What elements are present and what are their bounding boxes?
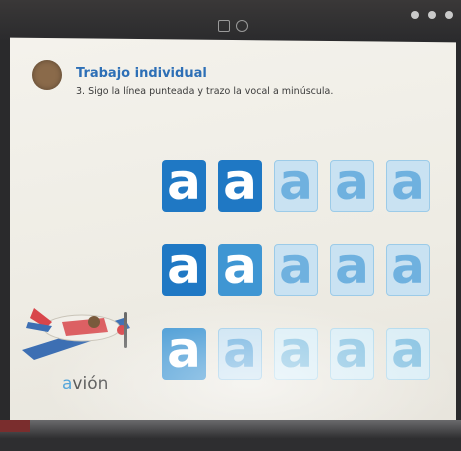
letter-tile[interactable]: a [386,321,430,380]
tile-letter: a [279,321,313,379]
tile-letter: a [223,321,257,379]
letter-tile[interactable]: a [162,237,206,296]
letter-tile[interactable]: a [162,153,206,212]
fullscreen-icon[interactable] [218,20,230,32]
letter-tile[interactable]: a [330,321,374,380]
settings-icon[interactable] [236,20,248,32]
tile-letter: a [279,153,313,211]
tile-letter: a [391,153,425,211]
taskbar-app-icon[interactable] [0,420,30,432]
word-rest: vión [72,374,109,394]
tile-letter: a [335,153,369,211]
tile-letter: a [391,237,425,295]
avatar [32,60,62,90]
window-control-icon[interactable] [445,11,453,19]
airplane-propeller [124,312,127,348]
word-first-letter: a [62,374,73,394]
letter-tile[interactable]: a [218,237,262,296]
letter-tile[interactable]: a [274,237,318,296]
letter-tile[interactable]: a [218,321,262,380]
airplane-illustration [22,308,130,360]
tile-letter: a [167,153,201,211]
tile-letter: a [391,321,425,379]
example-word: avión [62,374,108,394]
tile-letter: a [223,153,257,211]
tile-letter: a [167,321,201,379]
letter-tile[interactable]: a [386,153,430,212]
letter-tile[interactable]: a [330,237,374,296]
letter-tile[interactable]: a [330,153,374,212]
letter-tile[interactable]: a [274,321,318,380]
letter-tile[interactable]: a [162,321,206,380]
tile-letter: a [223,237,257,295]
screen-bottom-bezel [0,420,461,451]
window-controls [407,4,453,23]
screen-top-bezel [0,0,461,40]
page-title: Trabajo individual [76,66,207,81]
letter-tile[interactable]: a [386,237,430,296]
tile-letter: a [279,237,313,295]
airplane-pilot [88,316,100,328]
letter-tile[interactable]: a [218,153,262,212]
instruction-text: 3. Sigo la línea punteada y trazo la voc… [76,86,334,97]
window-control-icon[interactable] [410,11,419,19]
tile-letter: a [167,237,201,295]
tile-letter: a [335,237,369,295]
window-control-icon[interactable] [427,11,436,19]
letter-tile[interactable]: a [274,153,318,212]
tile-letter: a [335,321,369,379]
